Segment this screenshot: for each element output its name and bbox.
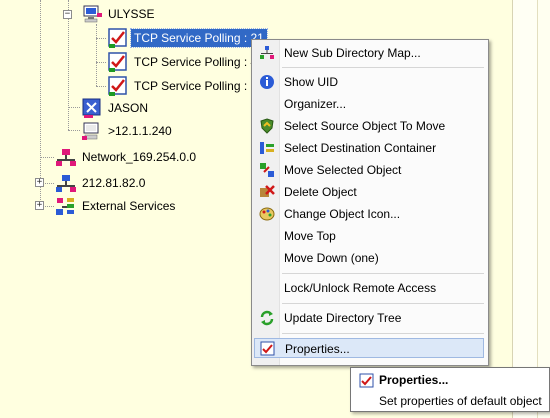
network-icon	[55, 172, 77, 194]
expander-212-81-82-0[interactable]: +	[35, 178, 44, 187]
properties-icon	[260, 341, 276, 357]
expander-external-services[interactable]: +	[35, 201, 44, 210]
container-icon	[259, 140, 275, 156]
tree-line	[68, 0, 70, 130]
tree-node-label: JASON	[108, 101, 149, 115]
menu-item-update-directory-tree[interactable]: Update Directory Tree	[254, 308, 484, 328]
tree-node-212-81-82-0[interactable]: 212.81.82.0	[79, 172, 148, 194]
menu-tooltip: Properties... Set properties of default …	[350, 367, 550, 412]
menu-separator	[282, 303, 484, 304]
side-panel-edge	[512, 0, 550, 418]
menu-item-select-source-object[interactable]: Select Source Object To Move	[254, 116, 484, 136]
tree-node-label: TCP Service Polling : 3	[134, 79, 258, 93]
menu-item-move-top[interactable]: Move Top	[254, 226, 484, 246]
menu-item-new-sub-directory-map[interactable]: New Sub Directory Map...	[254, 43, 484, 63]
tree-node-tcp-service-polling-4[interactable]: TCP Service Polling : 4	[131, 51, 260, 73]
menu-item-move-down[interactable]: Move Down (one)	[254, 248, 484, 268]
tree-node-tcp-service-polling-21[interactable]: TCP Service Polling : 21	[130, 27, 268, 49]
tooltip-description: Set properties of default object	[379, 394, 542, 408]
tree-node-label: Network_169.254.0.0	[82, 150, 197, 164]
shield-icon	[259, 118, 275, 134]
context-menu: New Sub Directory Map... Show UID Organi…	[251, 39, 489, 366]
menu-item-show-uid[interactable]: Show UID	[254, 72, 484, 92]
tree-node-jason[interactable]: JASON	[105, 97, 151, 119]
menu-item-properties[interactable]: Properties...	[254, 338, 484, 358]
tree-node-external-services[interactable]: External Services	[79, 195, 178, 217]
tree-line	[40, 157, 54, 159]
palette-icon	[259, 206, 275, 222]
service-check-icon	[107, 51, 129, 73]
menu-item-move-selected-object[interactable]: Move Selected Object	[254, 160, 484, 180]
menu-item-select-destination-container[interactable]: Select Destination Container	[254, 138, 484, 158]
computer-icon	[81, 97, 103, 119]
menu-item-change-object-icon[interactable]: Change Object Icon...	[254, 204, 484, 224]
tooltip-title: Properties...	[379, 373, 449, 387]
tree-node-network-169-254-0-0[interactable]: Network_169.254.0.0	[79, 146, 199, 168]
menu-separator	[282, 333, 484, 334]
tree-node-label: 212.81.82.0	[82, 176, 146, 190]
tree-node-label: ULYSSE	[108, 7, 155, 21]
tree-line	[96, 38, 106, 40]
tree-node-ip[interactable]: >12.1.1.240	[105, 120, 175, 142]
properties-icon	[359, 373, 375, 389]
tree-line	[68, 107, 80, 109]
info-icon	[259, 74, 275, 90]
menu-separator	[282, 67, 484, 68]
menu-item-organizer[interactable]: Organizer...	[254, 94, 484, 114]
tree-node-tcp-service-polling-3[interactable]: TCP Service Polling : 3	[131, 75, 260, 97]
menu-item-lock-unlock-remote-access[interactable]: Lock/Unlock Remote Access	[254, 278, 484, 298]
tree-line	[68, 130, 80, 132]
tree-node-label: TCP Service Polling : 21	[130, 28, 268, 48]
tree-node-label: External Services	[82, 199, 176, 213]
tree-node-label: >12.1.1.240	[108, 124, 172, 138]
menu-item-delete-object[interactable]: Delete Object	[254, 182, 484, 202]
tree-node-ulysse[interactable]: ULYSSE	[105, 3, 157, 25]
network-icon	[55, 146, 77, 168]
tree-line	[96, 86, 106, 88]
expander-ulysse[interactable]: −	[63, 10, 72, 19]
computer-icon	[81, 3, 103, 25]
external-services-icon	[55, 195, 77, 217]
delete-icon	[259, 184, 275, 200]
service-check-icon	[107, 27, 129, 49]
tree-line	[96, 24, 98, 86]
menu-separator	[282, 273, 484, 274]
move-icon	[259, 162, 275, 178]
service-check-icon	[107, 75, 129, 97]
computer-icon	[81, 120, 103, 142]
tree-node-label: TCP Service Polling : 4	[134, 55, 258, 69]
refresh-icon	[259, 310, 275, 326]
tree-line	[96, 62, 106, 64]
hierarchy-icon	[259, 45, 275, 61]
